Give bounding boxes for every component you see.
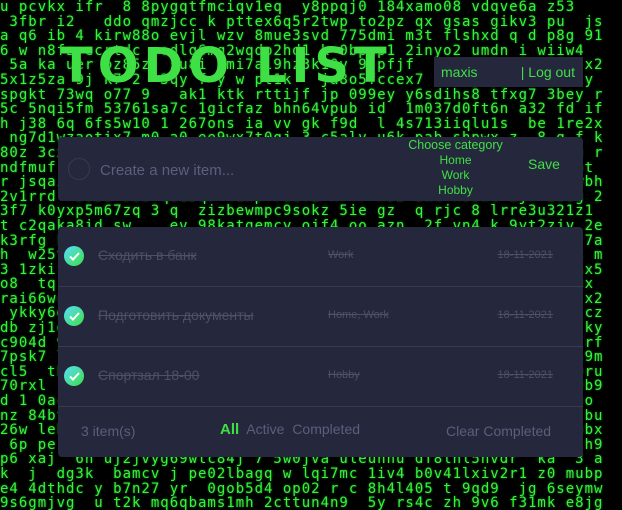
check-icon[interactable] [64, 306, 84, 326]
todo-date: 18-11-2021 [497, 249, 553, 261]
new-item-input[interactable] [98, 157, 352, 183]
category-option-work[interactable]: Work [398, 168, 513, 183]
todo-text[interactable]: Сходить в банк [98, 247, 197, 263]
filter-all[interactable]: All [220, 421, 239, 438]
category-option-home[interactable]: Home [398, 153, 513, 168]
new-item-form: Choose category Home Work Hobby Save [58, 137, 583, 201]
todo-text[interactable]: Подготовить документы [98, 307, 254, 323]
check-icon[interactable] [64, 246, 84, 266]
filter-completed[interactable]: Completed [292, 421, 360, 437]
save-button[interactable]: Save [528, 156, 560, 172]
todo-item: Подготовить документы Home, Work 18-11-2… [58, 287, 583, 347]
filter-group: All Active Completed [220, 421, 364, 438]
todo-item: Спортзал 18-00 Hobby 18-11-2021 [58, 347, 583, 407]
new-item-circle-icon [68, 158, 90, 180]
todo-category: Work [328, 249, 354, 261]
category-option-hobby[interactable]: Hobby [398, 183, 513, 198]
logout-link[interactable]: | Log out [521, 64, 575, 80]
app-title: TODO LIST [60, 38, 392, 94]
check-icon[interactable] [64, 366, 84, 386]
list-footer: 3 item(s) All Active Completed Clear Com… [58, 407, 583, 451]
category-selector[interactable]: Choose category Home Work Hobby [398, 138, 513, 198]
todo-date: 18-11-2021 [497, 309, 553, 321]
todo-item: Сходить в банк Work 18-11-2021 [58, 227, 583, 287]
items-count: 3 item(s) [81, 423, 136, 439]
user-panel: maxis | Log out [434, 57, 583, 87]
username: maxis [441, 64, 478, 80]
todo-category: Home, Work [328, 309, 389, 321]
todo-list: Сходить в банк Work 18-11-2021 Подготови… [58, 227, 583, 457]
todo-date: 18-11-2021 [497, 369, 553, 381]
filter-active[interactable]: Active [246, 421, 284, 437]
category-selector-title: Choose category [408, 138, 503, 152]
todo-category: Hobby [328, 369, 360, 381]
todo-text[interactable]: Спортзал 18-00 [98, 367, 199, 383]
clear-completed-button[interactable]: Clear Completed [446, 423, 551, 439]
